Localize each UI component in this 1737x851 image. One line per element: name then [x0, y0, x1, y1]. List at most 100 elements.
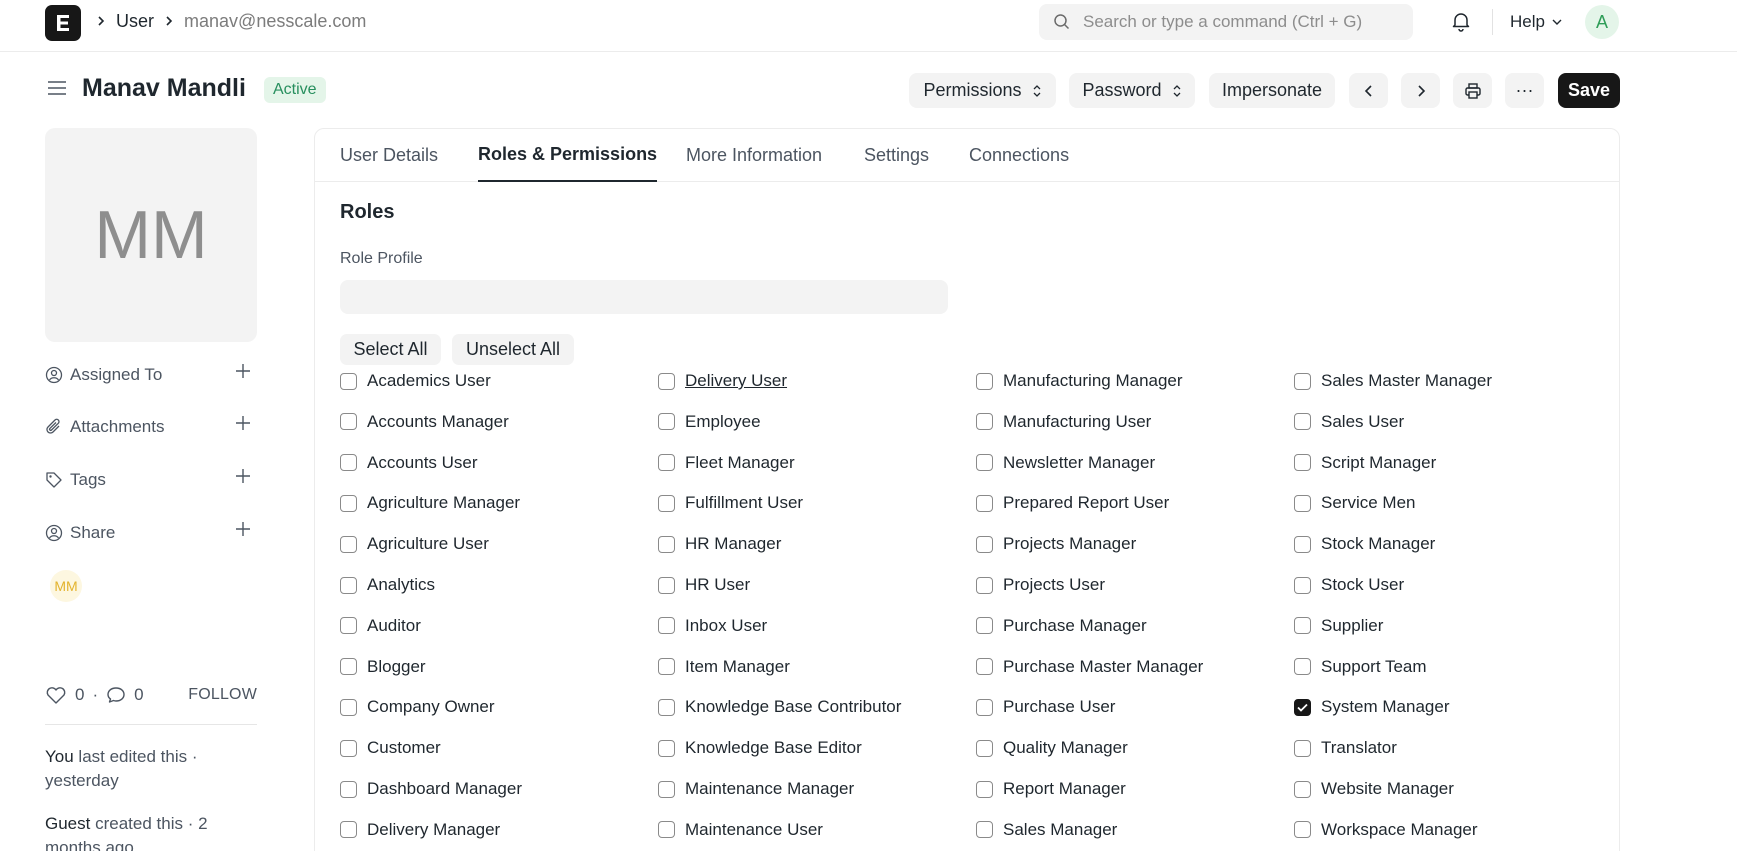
checkbox-icon[interactable] — [658, 535, 675, 553]
checkbox-icon[interactable] — [976, 739, 993, 757]
role-checkbox-item[interactable]: Support Team — [1294, 655, 1427, 679]
role-checkbox-item[interactable]: Analytics — [340, 573, 435, 597]
checkbox-icon[interactable] — [1294, 739, 1311, 757]
sidebar-item-tags[interactable]: Tags — [45, 466, 257, 494]
role-checkbox-item[interactable]: Maintenance User — [658, 818, 823, 842]
checkbox-icon[interactable] — [658, 658, 675, 676]
checkbox-icon[interactable] — [340, 780, 357, 798]
role-checkbox-item[interactable]: Purchase User — [976, 695, 1115, 719]
role-checkbox-item[interactable]: Agriculture Manager — [340, 491, 520, 515]
role-checkbox-item[interactable]: Knowledge Base Contributor — [658, 695, 901, 719]
checkbox-icon[interactable] — [658, 372, 675, 390]
previous-record-button[interactable] — [1349, 73, 1388, 108]
checkbox-icon[interactable] — [1294, 454, 1311, 472]
role-checkbox-item[interactable]: Accounts Manager — [340, 410, 509, 434]
profile-image-placeholder[interactable]: MM — [45, 128, 257, 342]
unselect-all-button[interactable]: Unselect All — [452, 334, 574, 365]
notification-bell-icon[interactable] — [1450, 10, 1472, 37]
checkbox-icon[interactable] — [976, 413, 993, 431]
role-checkbox-item[interactable]: Inbox User — [658, 614, 767, 638]
role-checkbox-item[interactable]: Company Owner — [340, 695, 495, 719]
role-checkbox-item[interactable]: Agriculture User — [340, 532, 489, 556]
checkbox-icon[interactable] — [658, 780, 675, 798]
plus-icon[interactable] — [235, 363, 251, 384]
checkbox-icon[interactable] — [1294, 535, 1311, 553]
checkbox-icon[interactable] — [1294, 780, 1311, 798]
app-logo[interactable] — [45, 5, 81, 41]
role-profile-input[interactable] — [340, 280, 948, 314]
role-checkbox-item[interactable]: System Manager — [1294, 695, 1450, 719]
checkbox-icon[interactable] — [658, 821, 675, 839]
checkbox-icon[interactable] — [976, 821, 993, 839]
next-record-button[interactable] — [1401, 73, 1440, 108]
role-checkbox-item[interactable]: Accounts User — [340, 451, 478, 475]
shared-user-avatar[interactable]: MM — [50, 570, 82, 602]
checkbox-icon[interactable] — [658, 698, 675, 716]
checkbox-icon[interactable] — [658, 413, 675, 431]
role-checkbox-item[interactable]: Projects User — [976, 573, 1105, 597]
role-checkbox-item[interactable]: Sales Manager — [976, 818, 1117, 842]
role-checkbox-item[interactable]: Manufacturing Manager — [976, 369, 1183, 393]
checkbox-icon[interactable] — [340, 494, 357, 512]
checkbox-icon[interactable] — [1294, 494, 1311, 512]
role-checkbox-item[interactable]: Quality Manager — [976, 736, 1128, 760]
role-checkbox-item[interactable]: Fulfillment User — [658, 491, 803, 515]
breadcrumb-current[interactable]: manav@nesscale.com — [184, 11, 366, 32]
sidebar-toggle-icon[interactable] — [47, 79, 67, 102]
role-checkbox-item[interactable]: Purchase Manager — [976, 614, 1147, 638]
role-checkbox-item[interactable]: HR User — [658, 573, 750, 597]
role-checkbox-item[interactable]: Prepared Report User — [976, 491, 1169, 515]
role-checkbox-item[interactable]: Stock Manager — [1294, 532, 1435, 556]
role-checkbox-item[interactable]: Delivery Manager — [340, 818, 500, 842]
checkbox-icon[interactable] — [1294, 413, 1311, 431]
role-checkbox-item[interactable]: Sales Master Manager — [1294, 369, 1492, 393]
checkbox-icon[interactable] — [340, 535, 357, 553]
role-checkbox-item[interactable]: Website Manager — [1294, 777, 1454, 801]
role-checkbox-item[interactable]: Newsletter Manager — [976, 451, 1155, 475]
checkbox-icon[interactable] — [1294, 576, 1311, 594]
role-checkbox-item[interactable]: Supplier — [1294, 614, 1383, 638]
more-actions-button[interactable]: ··· — [1505, 73, 1544, 108]
checkbox-icon[interactable] — [340, 821, 357, 839]
tab-settings[interactable]: Settings — [864, 129, 929, 182]
role-checkbox-item[interactable]: Employee — [658, 410, 761, 434]
checkbox-icon[interactable] — [658, 617, 675, 635]
role-checkbox-item[interactable]: Knowledge Base Editor — [658, 736, 862, 760]
role-checkbox-item[interactable]: Delivery User — [658, 369, 787, 393]
plus-icon[interactable] — [235, 521, 251, 542]
plus-icon[interactable] — [235, 468, 251, 489]
checkbox-icon[interactable] — [976, 494, 993, 512]
checkbox-icon[interactable] — [340, 413, 357, 431]
tab-roles-permissions[interactable]: Roles & Permissions — [478, 129, 658, 182]
role-checkbox-item[interactable]: Item Manager — [658, 655, 790, 679]
sidebar-item-share[interactable]: Share — [45, 519, 257, 547]
checkbox-icon[interactable] — [340, 739, 357, 757]
checkbox-icon[interactable] — [1294, 617, 1311, 635]
role-checkbox-item[interactable]: Fleet Manager — [658, 451, 795, 475]
checkbox-icon[interactable] — [658, 739, 675, 757]
role-checkbox-item[interactable]: Blogger — [340, 655, 426, 679]
checkbox-icon[interactable] — [1294, 658, 1311, 676]
activity-actor[interactable]: Guest — [45, 814, 90, 833]
checkbox-icon[interactable] — [976, 617, 993, 635]
checkbox-icon[interactable] — [340, 454, 357, 472]
activity-actor[interactable]: You — [45, 747, 74, 766]
role-checkbox-item[interactable]: Script Manager — [1294, 451, 1436, 475]
role-checkbox-item[interactable]: Sales User — [1294, 410, 1404, 434]
role-checkbox-item[interactable]: Projects Manager — [976, 532, 1136, 556]
role-checkbox-item[interactable]: Workspace Manager — [1294, 818, 1478, 842]
role-checkbox-item[interactable]: Maintenance Manager — [658, 777, 854, 801]
user-avatar[interactable]: A — [1585, 5, 1619, 39]
role-checkbox-item[interactable]: Translator — [1294, 736, 1397, 760]
checkbox-icon[interactable] — [340, 658, 357, 676]
role-checkbox-item[interactable]: Purchase Master Manager — [976, 655, 1203, 679]
tab-more-information[interactable]: More Information — [686, 129, 822, 182]
checkbox-icon[interactable] — [976, 372, 993, 390]
checkbox-icon[interactable] — [340, 576, 357, 594]
checkbox-icon[interactable] — [658, 454, 675, 472]
tab-connections[interactable]: Connections — [969, 129, 1069, 182]
tab-user-details[interactable]: User Details — [340, 129, 438, 182]
checkbox-icon[interactable] — [658, 494, 675, 512]
checkbox-icon[interactable] — [340, 698, 357, 716]
sidebar-item-assigned-to[interactable]: Assigned To — [45, 361, 257, 389]
